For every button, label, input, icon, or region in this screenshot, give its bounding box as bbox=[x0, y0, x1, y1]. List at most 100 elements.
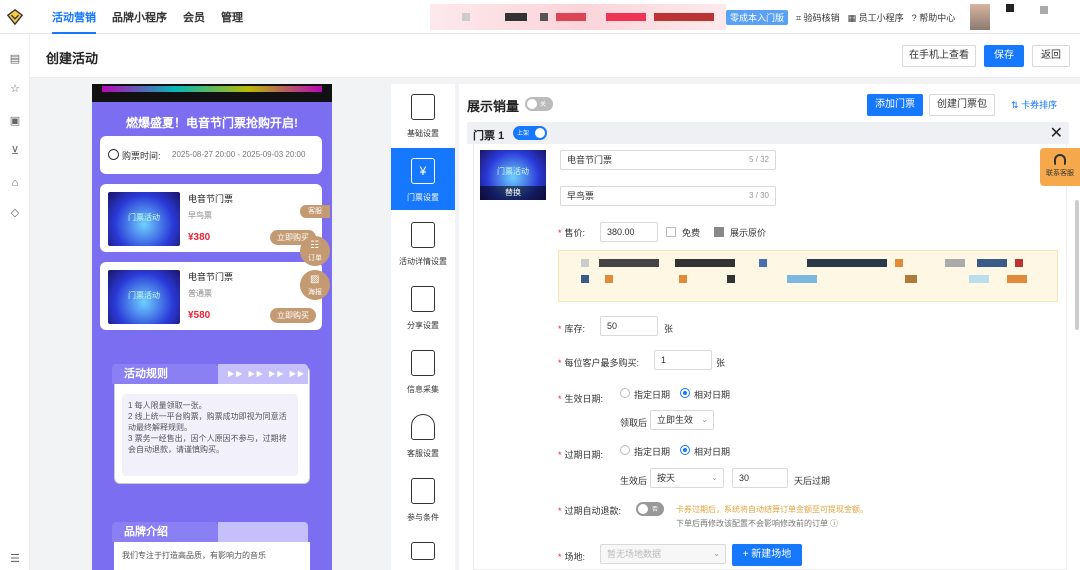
effective-timing-select[interactable]: 立即生效 ⌄ bbox=[650, 410, 714, 430]
ticket-subtitle-value: 早鸟票 bbox=[567, 191, 595, 201]
help-center-link[interactable]: ? 帮助中心 bbox=[912, 11, 956, 24]
view-on-mobile-button[interactable]: 在手机上查看 bbox=[902, 45, 976, 67]
clipboard-icon[interactable]: ▣ bbox=[8, 114, 22, 128]
auto-refund-toggle[interactable]: 否 bbox=[636, 502, 664, 516]
ticket-form: 门票活动 替换 电音节门票 5 / 32 早鸟票 3 / 30 * 售价: 380.00… bbox=[473, 144, 1067, 570]
chevron-down-icon: ⌄ bbox=[701, 415, 708, 424]
collapse-menu-icon[interactable]: ☰ bbox=[8, 552, 22, 566]
rules-body: 1 每人限量领取一张。 2 线上统一平台购票，购票成功即视为同意活动最终解释规则… bbox=[122, 394, 298, 476]
ticket-cover-image[interactable]: 门票活动 替换 bbox=[480, 150, 546, 200]
step-more[interactable] bbox=[391, 532, 455, 570]
expire-unit-value: 按天 bbox=[657, 473, 676, 483]
on-shelf-toggle[interactable]: 上架 bbox=[513, 126, 547, 140]
contact-support-button[interactable]: 联系客服 bbox=[1040, 148, 1080, 186]
top-bar-actions: 零成本入门版 ⌗ 验码核销 ▦ 员工小程序 ? 帮助中心 bbox=[726, 10, 955, 25]
tag-icon[interactable]: ◇ bbox=[8, 206, 22, 220]
effective-date-label: * 生效日期: bbox=[558, 394, 604, 404]
redacted-block bbox=[787, 275, 817, 283]
scrollbar[interactable] bbox=[1075, 200, 1079, 330]
purchase-time-value: 2025-08-27 20:00 - 2025-09-03 20:00 bbox=[172, 150, 306, 159]
download-icon[interactable]: ⊻ bbox=[8, 144, 22, 158]
card-sort-button[interactable]: ⇅ 卡券排序 bbox=[1011, 98, 1057, 111]
venue-label-text: 场地: bbox=[564, 552, 586, 562]
scan-icon: ⌗ bbox=[796, 13, 802, 23]
step-info-collection[interactable]: 信息采集 bbox=[391, 340, 455, 402]
step-participation-conditions[interactable]: 参与条件 bbox=[391, 468, 455, 530]
logo-icon[interactable] bbox=[6, 8, 24, 26]
star-icon[interactable]: ☆ bbox=[8, 82, 22, 96]
toggle-text: 上架 bbox=[517, 131, 530, 137]
ticket-image-text: 门票活动 bbox=[128, 213, 160, 222]
effective-relative-date-radio[interactable] bbox=[680, 388, 690, 398]
step-basic-settings[interactable]: 基础设置 bbox=[391, 84, 455, 146]
expire-fixed-date-radio[interactable] bbox=[620, 445, 630, 455]
purchase-limit-label: * 每位客户最多购买: bbox=[558, 358, 640, 368]
step-nav: 基础设置 ¥ 门票设置 活动详情设置 分享设置 信息采集 客服设置 参与条件 bbox=[391, 84, 455, 570]
report-icon[interactable]: ▤ bbox=[8, 52, 22, 66]
after-effective-label: 生效后 bbox=[620, 476, 648, 486]
preview-ticket-card[interactable]: 门票活动 电音节门票 普通票 ¥580 立即购买 bbox=[100, 262, 322, 330]
redacted-block bbox=[1006, 4, 1014, 12]
chevron-down-icon: ⌄ bbox=[713, 549, 720, 558]
page-header: 创建活动 在手机上查看 保存 返回 bbox=[30, 34, 1080, 78]
staff-miniapp-link[interactable]: ▦ 员工小程序 bbox=[848, 11, 904, 24]
venue-label: * 场地: bbox=[558, 552, 586, 562]
redacted-block bbox=[606, 13, 646, 21]
ticket-name-input[interactable]: 电音节门票 5 / 32 bbox=[560, 150, 776, 170]
expire-unit-select[interactable]: 按天 ⌄ bbox=[650, 468, 724, 488]
step-label: 信息采集 bbox=[407, 385, 439, 394]
purchase-limit-input[interactable]: 1 bbox=[654, 350, 712, 370]
version-badge[interactable]: 零成本入门版 bbox=[726, 10, 789, 25]
buy-now-button[interactable]: 立即购买 bbox=[270, 308, 316, 323]
save-button[interactable]: 保存 bbox=[984, 45, 1024, 67]
nav-activity-marketing[interactable]: 活动营销 bbox=[44, 0, 104, 34]
order-float-button[interactable]: ☷ 订单 bbox=[300, 236, 330, 266]
show-sales-toggle[interactable]: 关 bbox=[525, 97, 553, 111]
toggle-knob bbox=[527, 99, 537, 109]
back-button[interactable]: 返回 bbox=[1032, 45, 1070, 67]
avatar[interactable] bbox=[970, 4, 990, 30]
close-icon[interactable]: ✕ bbox=[1050, 123, 1063, 143]
ticket-subtitle-input[interactable]: 早鸟票 3 / 30 bbox=[560, 186, 776, 206]
step-ticket-settings[interactable]: ¥ 门票设置 bbox=[391, 148, 455, 210]
add-ticket-button[interactable]: 添加门票 bbox=[867, 94, 923, 116]
customer-service-tag[interactable]: 客服 bbox=[300, 205, 330, 218]
step-share-settings[interactable]: 分享设置 bbox=[391, 276, 455, 338]
free-checkbox[interactable] bbox=[666, 227, 676, 237]
poster-float-button[interactable]: ▨ 海报 bbox=[300, 270, 330, 300]
redacted-block bbox=[895, 259, 903, 267]
nav-members[interactable]: 会员 bbox=[175, 0, 213, 34]
chevron-down-icon: ⌄ bbox=[711, 473, 718, 482]
purchase-limit-unit: 张 bbox=[716, 358, 726, 368]
step-detail-settings[interactable]: 活动详情设置 bbox=[391, 212, 455, 274]
share-icon bbox=[411, 286, 435, 312]
char-counter: 5 / 32 bbox=[748, 155, 769, 164]
step-customer-service[interactable]: 客服设置 bbox=[391, 404, 455, 466]
create-ticket-pack-button[interactable]: 创建门票包 bbox=[929, 94, 995, 116]
verify-code-link[interactable]: ⌗ 验码核销 bbox=[796, 11, 840, 24]
expire-relative-date-radio[interactable] bbox=[680, 445, 690, 455]
stock-input[interactable]: 50 bbox=[600, 316, 658, 336]
auto-refund-label-text: 过期自动退款: bbox=[564, 506, 622, 516]
nav-manage[interactable]: 管理 bbox=[213, 0, 251, 34]
nav-brand-miniapp[interactable]: 品牌小程序 bbox=[104, 0, 175, 34]
purchase-limit-label-text: 每位客户最多购买: bbox=[564, 358, 640, 368]
new-venue-button[interactable]: + 新建场地 bbox=[732, 544, 802, 566]
expire-days-input[interactable]: 30 bbox=[732, 468, 788, 488]
preview-ticket-card[interactable]: 门票活动 电音节门票 早鸟票 ¥380 立即购买 bbox=[100, 184, 322, 252]
char-counter: 3 / 30 bbox=[748, 191, 769, 200]
question-icon[interactable]: ⓘ bbox=[830, 519, 838, 528]
redacted-block bbox=[556, 13, 586, 21]
brand-body: 我们专注于打造高品质，有影响力的音乐 bbox=[114, 542, 310, 570]
price-input[interactable]: 380.00 bbox=[600, 222, 658, 242]
redacted-block bbox=[1040, 6, 1048, 14]
redacted-block bbox=[540, 13, 548, 21]
step-label: 门票设置 bbox=[407, 193, 439, 202]
effective-fixed-date-radio[interactable] bbox=[620, 388, 630, 398]
free-label: 免费 bbox=[682, 228, 701, 238]
venue-select[interactable]: 暂无场地数据 ⌄ bbox=[600, 544, 726, 564]
rule-line: 2 线上统一平台购票，购票成功即视为同意活动最终解释规则。 bbox=[128, 412, 287, 432]
replace-image-button[interactable]: 替换 bbox=[480, 186, 546, 200]
gift-icon[interactable]: ⌂ bbox=[8, 176, 22, 190]
ticket-name: 电音节门票 bbox=[188, 272, 234, 282]
